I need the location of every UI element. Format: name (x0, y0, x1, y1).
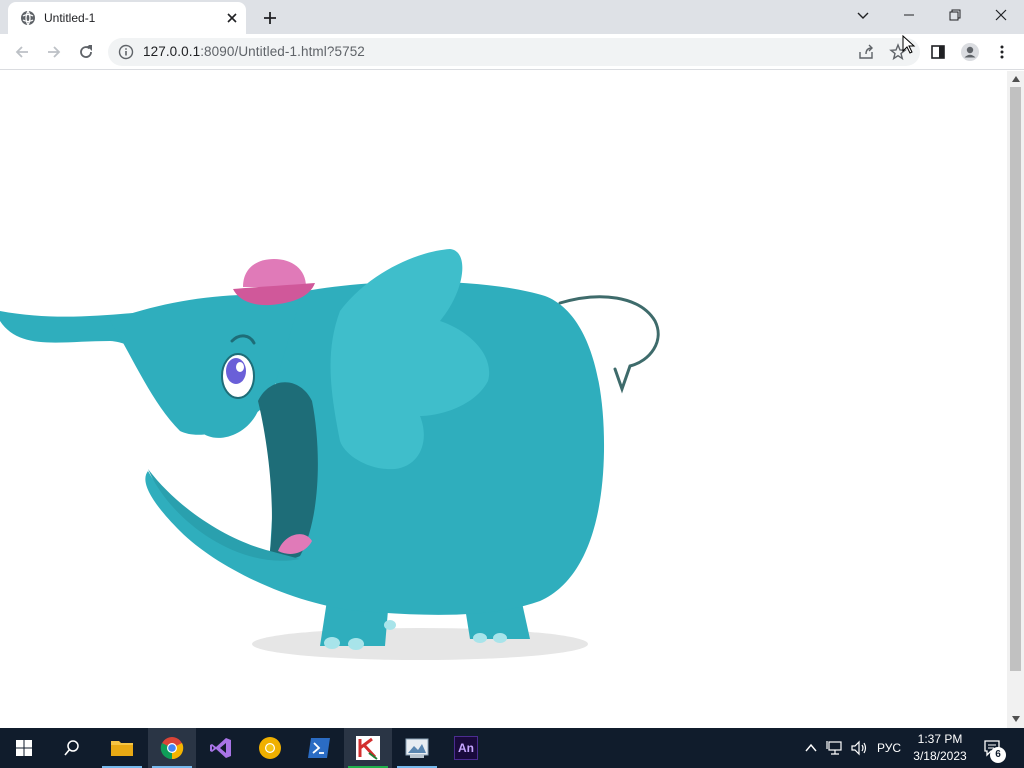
clock-date[interactable]: 3/18/2023 (910, 749, 970, 763)
taskbar-chrome[interactable] (148, 728, 196, 768)
kleopatra-icon (356, 736, 380, 760)
reload-icon (80, 45, 92, 58)
address-bar[interactable]: 127.0.0.1:8090/Untitled-1.html?5752 (108, 38, 920, 66)
new-tab-plus-icon[interactable] (260, 8, 280, 28)
powershell-icon (308, 738, 330, 758)
arrow-right-icon (48, 46, 61, 58)
forward-button[interactable] (42, 40, 66, 64)
restore-icon (949, 9, 961, 21)
avatar-icon (961, 43, 979, 61)
taskbar-powershell[interactable] (295, 728, 343, 768)
globe-icon (21, 10, 35, 26)
notification-count-badge: 6 (990, 747, 1006, 763)
close-icon (995, 9, 1007, 21)
tab-title: Untitled-1 (44, 11, 96, 25)
animate-icon: An (454, 736, 478, 760)
taskbar-file-explorer[interactable] (98, 728, 146, 768)
windows-logo-icon (16, 740, 32, 756)
back-button[interactable] (10, 40, 34, 64)
animate-icon-label: An (458, 741, 474, 755)
search-icon (64, 740, 79, 756)
visual-studio-icon (210, 738, 231, 758)
taskbar-screenshot-tool[interactable] (393, 728, 441, 768)
search-button[interactable] (48, 728, 96, 768)
minimize-icon (904, 14, 914, 16)
chevron-up-icon[interactable] (804, 741, 818, 755)
scroll-down-arrow[interactable] (1010, 713, 1021, 725)
triangle-down-icon (1011, 716, 1020, 722)
clock-time[interactable]: 1:37 PM (910, 732, 970, 746)
scroll-thumb[interactable] (1010, 87, 1021, 671)
start-button[interactable] (0, 728, 48, 768)
network-icon[interactable] (826, 740, 844, 756)
hat-crown (243, 259, 306, 287)
elephant-eye-shine (236, 362, 244, 372)
tab-untitled-1[interactable]: Untitled-1 (8, 2, 246, 34)
minimize-button[interactable] (886, 0, 932, 30)
browser-toolbar: 127.0.0.1:8090/Untitled-1.html?5752 (0, 34, 1024, 70)
url-text[interactable]: 127.0.0.1:8090/Untitled-1.html?5752 (143, 44, 365, 59)
more-vert-icon (1000, 45, 1004, 59)
ground-shadow (252, 628, 588, 660)
url-path: :8090/Untitled-1.html?5752 (200, 44, 365, 59)
chrome-canary-icon (259, 737, 281, 759)
tab-search-button[interactable] (840, 0, 886, 30)
scroll-up-arrow[interactable] (1010, 73, 1021, 85)
taskbar-kleopatra[interactable] (344, 728, 392, 768)
url-host: 127.0.0.1 (143, 44, 201, 59)
reload-button[interactable] (74, 40, 98, 64)
taskbar-animate[interactable]: An (442, 728, 490, 768)
windows-taskbar: An РУС 1:37 PM 3/18/2023 6 (0, 728, 1024, 768)
folder-icon (111, 741, 133, 756)
taskbar-visual-studio[interactable] (197, 728, 245, 768)
side-panel-button[interactable] (926, 40, 950, 64)
close-icon[interactable] (224, 10, 240, 26)
chrome-icon (160, 737, 184, 760)
taskbar-chrome-canary[interactable] (246, 728, 294, 768)
triangle-up-icon (1011, 76, 1020, 82)
menu-button[interactable] (990, 40, 1014, 64)
info-icon[interactable] (118, 44, 134, 60)
side-panel-icon (931, 45, 945, 59)
chevron-down-icon (857, 12, 869, 19)
language-indicator[interactable]: РУС (877, 741, 901, 755)
page-viewport (0, 71, 1007, 728)
close-window-button[interactable] (978, 0, 1024, 30)
mouse-cursor-icon (902, 35, 916, 54)
elephant-eye-pupil (226, 358, 246, 384)
vertical-scrollbar[interactable] (1007, 71, 1024, 728)
tab-strip: Untitled-1 (0, 0, 1024, 34)
elephant-mouth (258, 382, 318, 560)
picture-icon (405, 738, 429, 758)
elephant-illustration (0, 249, 660, 660)
arrow-left-icon (15, 46, 28, 58)
volume-icon[interactable] (850, 740, 868, 756)
restore-button[interactable] (932, 0, 978, 30)
share-icon[interactable] (857, 43, 875, 61)
profile-button[interactable] (958, 40, 982, 64)
